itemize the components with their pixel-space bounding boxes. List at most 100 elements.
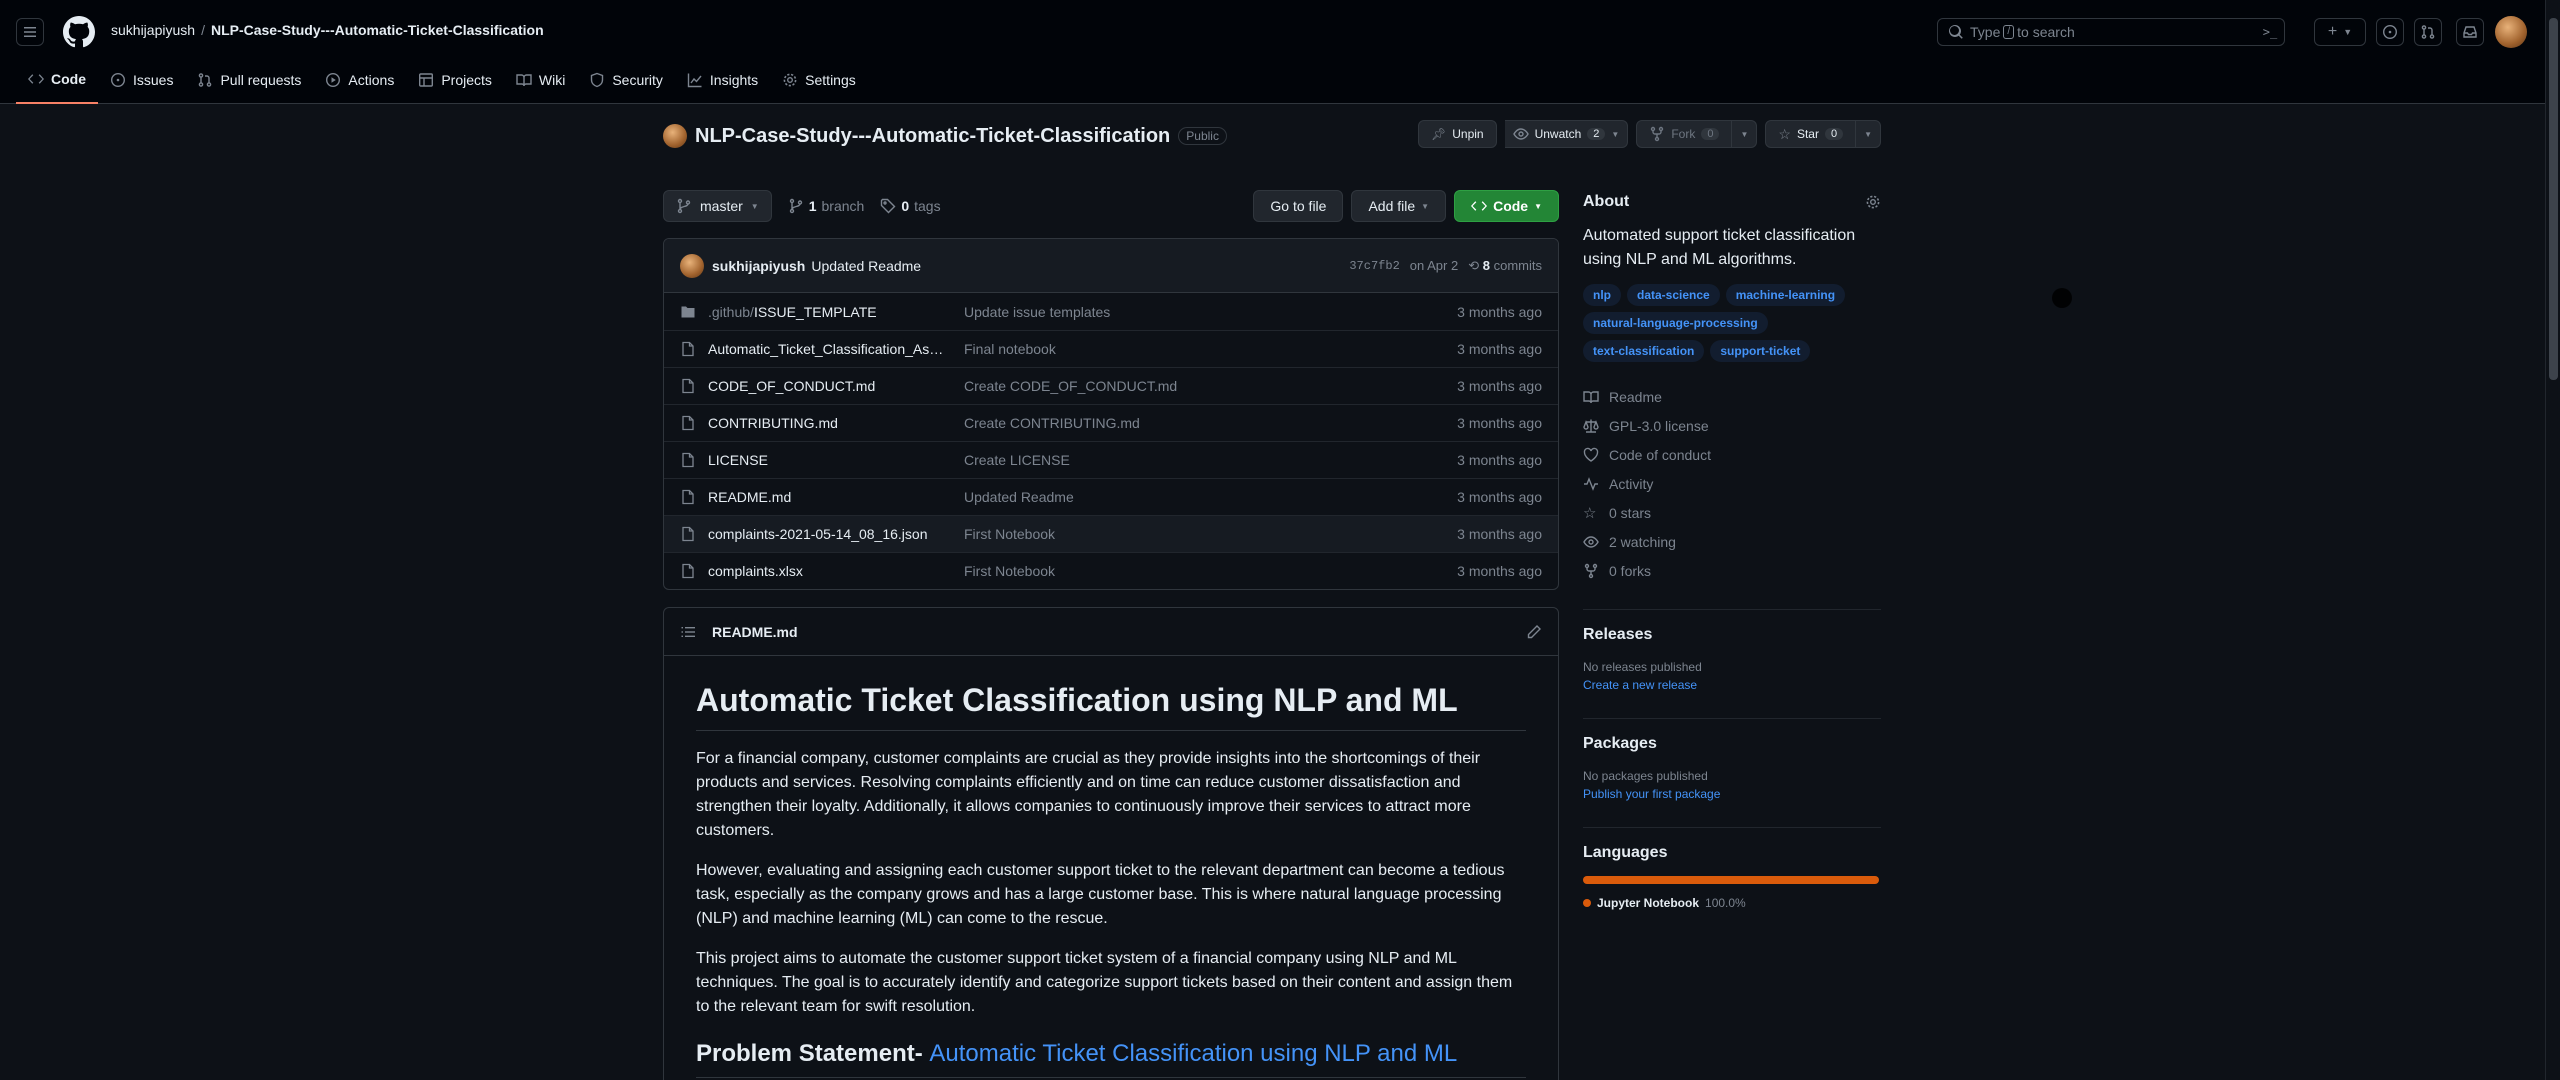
gear-icon[interactable]	[1865, 194, 1881, 210]
fork-dropdown-button[interactable]: ▼	[1732, 120, 1758, 148]
forks-link[interactable]: 0 forks	[1583, 556, 1881, 585]
about-heading: About	[1583, 190, 1881, 214]
list-unordered-icon[interactable]	[680, 624, 696, 640]
menu-button[interactable]	[16, 18, 44, 46]
unpin-label: Unpin	[1452, 127, 1484, 141]
star-dropdown-button[interactable]: ▼	[1856, 120, 1881, 148]
file-commit-message[interactable]: Create CONTRIBUTING.md	[964, 415, 1457, 431]
license-link[interactable]: GPL-3.0 license	[1583, 411, 1881, 440]
file-commit-message[interactable]: First Notebook	[964, 526, 1457, 542]
topic-tag[interactable]: support-ticket	[1710, 340, 1811, 362]
file-row[interactable]: LICENSE Create LICENSE 3 months ago	[664, 441, 1558, 478]
file-name[interactable]: LICENSE	[708, 452, 948, 468]
git-branch-icon	[789, 198, 802, 214]
file-name[interactable]: .github/ISSUE_TEMPLATE	[708, 304, 948, 320]
fork-button[interactable]: Fork 0	[1636, 120, 1733, 148]
issues-button[interactable]	[2376, 18, 2404, 46]
topic-tag[interactable]: text-classification	[1583, 340, 1705, 362]
github-logo-icon[interactable]	[63, 16, 95, 48]
file-commit-message[interactable]: Final notebook	[964, 341, 1457, 357]
file-commit-message[interactable]: Create LICENSE	[964, 452, 1457, 468]
file-commit-message[interactable]: Create CODE_OF_CONDUCT.md	[964, 378, 1457, 394]
unpin-button[interactable]: 📌︎ Unpin	[1418, 120, 1497, 148]
file-name[interactable]: README.md	[708, 489, 948, 505]
file-list: sukhijapiyush Updated Readme 37c7fb2 on …	[663, 238, 1559, 590]
file-commit-message[interactable]: Updated Readme	[964, 489, 1457, 505]
repo-title[interactable]: NLP-Case-Study---Automatic-Ticket-Classi…	[695, 125, 1170, 148]
commit-message[interactable]: Updated Readme	[811, 258, 921, 274]
committer-avatar[interactable]	[680, 253, 704, 278]
tab-settings-label: Settings	[805, 72, 856, 88]
scrollbar-thumb[interactable]	[2549, 18, 2558, 380]
file-row[interactable]: CONTRIBUTING.md Create CONTRIBUTING.md 3 m…	[664, 404, 1558, 441]
file-name[interactable]: complaints-2021-05-14_08_16.json	[708, 526, 948, 542]
packages-title[interactable]: Packages	[1583, 735, 1881, 753]
go-to-file-button[interactable]: Go to file	[1253, 190, 1344, 222]
topic-tag[interactable]: data-science	[1627, 284, 1720, 306]
tab-security[interactable]: Security	[577, 64, 675, 96]
file-name-text: CONTRIBUTING.md	[708, 415, 838, 431]
tab-pull-requests[interactable]: Pull requests	[185, 64, 313, 96]
publish-package-link[interactable]: Publish your first package	[1583, 785, 1881, 803]
search-input[interactable]: Type / to search	[1937, 18, 2285, 46]
create-release-link[interactable]: Create a new release	[1583, 676, 1881, 694]
commits-link[interactable]: ⟲ 8 commits	[1468, 258, 1542, 274]
topic-tag[interactable]: nlp	[1583, 284, 1621, 306]
tab-actions[interactable]: Actions	[313, 64, 406, 96]
file-row[interactable]: CODE_OF_CONDUCT.md Create CODE_OF_CONDUCT…	[664, 367, 1558, 404]
activity-link[interactable]: Activity	[1583, 469, 1881, 498]
inbox-button[interactable]	[2456, 18, 2484, 46]
language-bar	[1583, 876, 1879, 884]
file-name[interactable]: Automatic_Ticket_Classification_Assig...	[708, 341, 948, 357]
readme-subheading-link[interactable]: Automatic Ticket Classification using NL…	[929, 1040, 1457, 1067]
file-row[interactable]: README.md Updated Readme 3 months ago	[664, 478, 1558, 515]
file-row[interactable]: complaints-2021-05-14_08_16.json First No…	[664, 515, 1558, 552]
readme-link[interactable]: Readme	[1583, 382, 1881, 411]
topic-tag[interactable]: natural-language-processing	[1583, 312, 1768, 334]
file-commit-message[interactable]: First Notebook	[964, 563, 1457, 579]
topic-tag[interactable]: machine-learning	[1725, 284, 1846, 306]
tab-projects[interactable]: Projects	[406, 64, 504, 96]
tags-link[interactable]: 0 tags	[880, 198, 941, 214]
file-name[interactable]: complaints.xlsx	[708, 563, 948, 579]
releases-title[interactable]: Releases	[1583, 626, 1881, 644]
file-age: 3 months ago	[1457, 526, 1542, 542]
file-commit-message[interactable]: Update issue templates	[964, 304, 1457, 320]
commit-sha[interactable]: 37c7fb2	[1349, 259, 1399, 273]
tab-insights[interactable]: Insights	[675, 64, 770, 96]
pencil-icon[interactable]	[1526, 624, 1542, 640]
language-item[interactable]: Jupyter Notebook 100.0%	[1583, 896, 1881, 910]
owner-link[interactable]: sukhijapiyush	[111, 22, 195, 38]
code-of-conduct-link[interactable]: Code of conduct	[1583, 440, 1881, 469]
user-avatar[interactable]	[2495, 16, 2527, 48]
pull-requests-button[interactable]	[2414, 18, 2442, 46]
file-name[interactable]: CODE_OF_CONDUCT.md	[708, 378, 948, 394]
stars-link[interactable]: ☆ 0 stars	[1583, 498, 1881, 527]
page-scrollbar[interactable]	[2545, 0, 2560, 1080]
command-palette-button[interactable]: >_	[2256, 18, 2284, 46]
tab-issues[interactable]: Issues	[98, 64, 185, 96]
readme-paragraph: However, evaluating and assigning each c…	[696, 862, 1505, 927]
create-new-button[interactable]: + ▼	[2314, 18, 2366, 46]
watching-link[interactable]: 2 watching	[1583, 527, 1881, 556]
tab-code[interactable]: Code	[16, 64, 98, 104]
file-row[interactable]: Automatic_Ticket_Classification_Assig...…	[664, 330, 1558, 367]
file-row[interactable]: complaints.xlsx First Notebook 3 months ag…	[664, 552, 1558, 589]
unwatch-button[interactable]: Unwatch 2 ▼	[1504, 120, 1629, 148]
add-file-button[interactable]: Add file ▼	[1351, 190, 1447, 222]
branches-link[interactable]: 1 branch	[788, 198, 864, 214]
file-row[interactable]: .github/ISSUE_TEMPLATE Update issue templ…	[664, 293, 1558, 330]
code-button[interactable]: Code ▼	[1454, 190, 1559, 222]
tab-code-label: Code	[51, 71, 86, 87]
history-icon: ⟲	[1468, 257, 1480, 273]
readme-filename[interactable]: README.md	[712, 624, 798, 640]
repo-link[interactable]: NLP-Case-Study---Automatic-Ticket-Classi…	[211, 22, 544, 38]
star-button[interactable]: ☆ Star 0	[1765, 120, 1857, 148]
committer-name[interactable]: sukhijapiyush	[712, 258, 805, 274]
repo-forked-icon	[1651, 126, 1664, 142]
branch-selector[interactable]: master ▼	[663, 190, 772, 222]
tab-wiki[interactable]: Wiki	[504, 64, 577, 96]
file-name[interactable]: CONTRIBUTING.md	[708, 415, 948, 431]
tab-settings[interactable]: Settings	[770, 64, 868, 96]
owner-avatar[interactable]	[663, 124, 687, 148]
